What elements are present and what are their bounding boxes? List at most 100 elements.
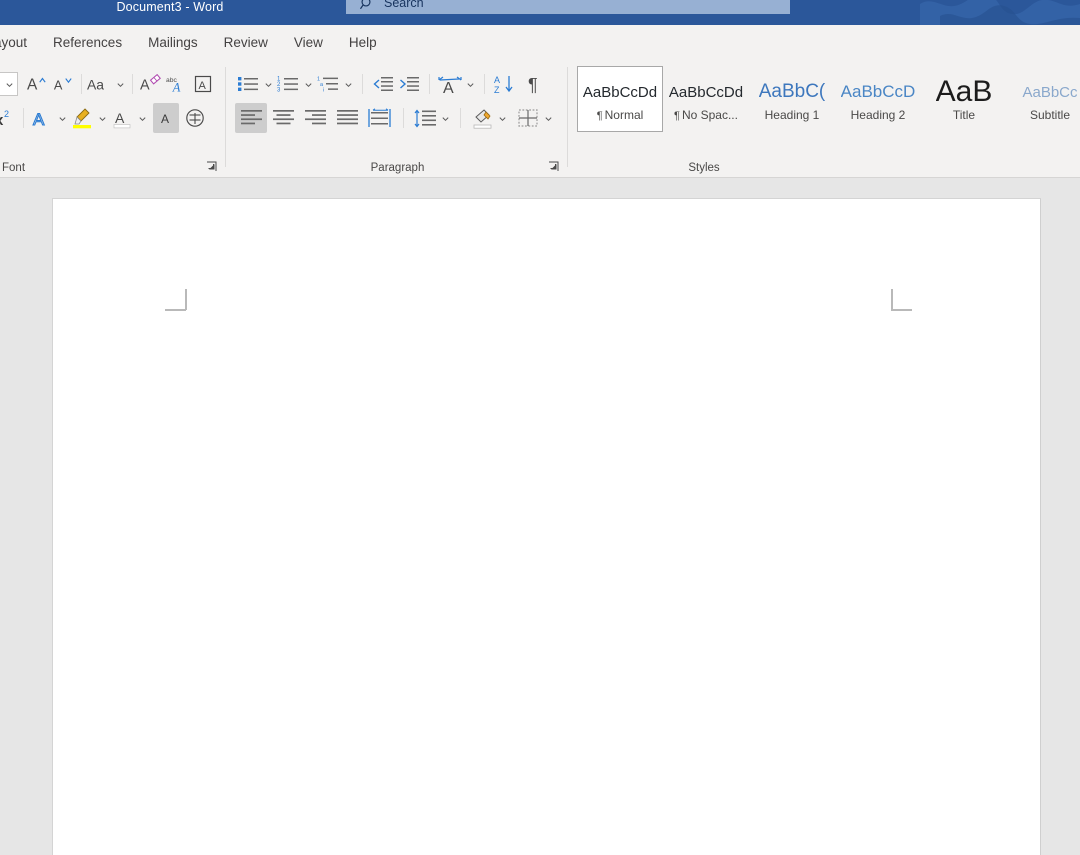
tab-layout[interactable]: ayout	[0, 28, 40, 58]
character-border-icon[interactable]: A	[190, 69, 216, 99]
style-label-heading-2: Heading 2	[850, 108, 906, 122]
tab-references[interactable]: References	[40, 28, 135, 58]
line-spacing-caret[interactable]	[438, 103, 452, 133]
style-label-subtitle: Subtitle	[1029, 108, 1071, 122]
clear-formatting-icon[interactable]: A	[138, 69, 164, 99]
svg-text:A: A	[54, 77, 63, 92]
font-size-dropdown[interactable]	[0, 72, 18, 96]
svg-text:A: A	[443, 80, 454, 94]
font-color-caret[interactable]	[135, 103, 149, 133]
tab-mailings[interactable]: Mailings	[135, 28, 211, 58]
font-group-row-1: A A Aa A abc A A	[0, 69, 216, 99]
style-preview-no-spacing: AaBbCcDd	[668, 83, 744, 101]
word-window: Document3 - Word Search ayout References…	[0, 0, 1080, 855]
text-effects-icon[interactable]: A	[29, 103, 55, 133]
asian-layout-icon[interactable]: A	[437, 69, 463, 99]
numbering-caret[interactable]	[301, 69, 315, 99]
svg-text:A: A	[494, 75, 500, 85]
text-highlight-caret[interactable]	[95, 103, 109, 133]
svg-text:3: 3	[277, 88, 281, 94]
style-subtitle[interactable]: AaBbCc Subtitle	[1007, 66, 1080, 132]
document-page[interactable]	[52, 198, 1041, 855]
search-input[interactable]: Search	[384, 0, 424, 10]
style-label-no-spacing: ¶ No Spac...	[674, 108, 738, 122]
phonetic-guide-icon[interactable]: abc A	[164, 69, 190, 99]
svg-text:A: A	[27, 76, 38, 93]
decrease-indent-icon[interactable]	[370, 69, 396, 99]
style-preview-title: AaB	[935, 76, 993, 108]
style-preview-subtitle: AaBbCc	[1022, 83, 1078, 101]
style-preview-normal: AaBbCcDd	[582, 83, 658, 101]
ribbon-group-label-paragraph: Paragraph	[370, 162, 425, 174]
style-heading-2[interactable]: AaBbCcD Heading 2	[835, 66, 921, 132]
ribbon-tab-strip: ayout References Mailings Review View He…	[0, 25, 1080, 61]
increase-indent-icon[interactable]	[396, 69, 422, 99]
shading-icon[interactable]	[469, 103, 495, 133]
svg-text:i: i	[323, 88, 324, 94]
asian-layout-caret[interactable]	[463, 69, 477, 99]
borders-icon[interactable]	[515, 103, 541, 133]
svg-text:A: A	[199, 80, 207, 92]
shrink-font-icon[interactable]: A	[50, 69, 76, 99]
enclose-characters-icon[interactable]	[182, 103, 208, 133]
bullets-caret[interactable]	[261, 69, 275, 99]
ribbon-group-paragraph: 1 2 3 1 a i A A Z ¶ Paragraph	[227, 61, 568, 177]
bullets-icon[interactable]	[235, 69, 261, 99]
paragraph-group-row-2	[235, 103, 555, 133]
style-label-heading-1: Heading 1	[764, 108, 820, 122]
style-preview-heading-2: AaBbCcD	[840, 82, 916, 101]
borders-caret[interactable]	[541, 103, 555, 133]
line-spacing-icon[interactable]	[412, 103, 438, 133]
title-bar: Document3 - Word Search	[0, 0, 1080, 25]
numbering-icon[interactable]: 1 2 3	[275, 69, 301, 99]
svg-text:A: A	[140, 78, 150, 94]
tab-view[interactable]: View	[281, 28, 336, 58]
search-icon	[354, 0, 380, 11]
show-formatting-marks-icon[interactable]: ¶	[522, 69, 548, 99]
ribbon: A A Aa A abc A A 2 A A A Font 1 2 3 1 a …	[0, 61, 1080, 178]
tab-help[interactable]: Help	[336, 28, 390, 58]
title-bar-decoration	[920, 0, 1080, 25]
font-dialog-launcher[interactable]	[205, 160, 218, 173]
align-left-icon[interactable]	[235, 103, 267, 133]
align-right-icon[interactable]	[299, 103, 331, 133]
sort-icon[interactable]: A Z	[492, 69, 518, 99]
justify-icon[interactable]	[331, 103, 363, 133]
grow-font-icon[interactable]: A	[24, 69, 50, 99]
style-title[interactable]: AaB Title	[921, 66, 1007, 132]
multilevel-list-icon[interactable]: 1 a i	[315, 69, 341, 99]
text-effects-caret[interactable]	[55, 103, 69, 133]
svg-text:A: A	[171, 81, 180, 94]
ribbon-group-label-font: Font	[2, 162, 26, 174]
align-center-icon[interactable]	[267, 103, 299, 133]
multilevel-list-caret[interactable]	[341, 69, 355, 99]
style-label-normal: ¶ Normal	[596, 108, 644, 122]
shading-caret[interactable]	[495, 103, 509, 133]
style-preview-heading-1: AaBbC(	[758, 81, 826, 102]
distributed-icon[interactable]	[363, 103, 395, 133]
svg-text:Aa: Aa	[87, 77, 104, 93]
ribbon-group-label-styles: Styles	[688, 162, 720, 174]
pilcrow-icon: ¶	[596, 110, 603, 122]
svg-text:Z: Z	[494, 85, 500, 94]
pilcrow-icon: ¶	[674, 110, 680, 122]
change-case-caret[interactable]	[113, 69, 127, 99]
font-color-icon[interactable]: A	[109, 103, 135, 133]
tab-review[interactable]: Review	[211, 28, 281, 58]
svg-text:2: 2	[4, 109, 9, 119]
paragraph-group-row-1: 1 2 3 1 a i A A Z ¶	[235, 69, 548, 99]
svg-text:A: A	[115, 110, 125, 126]
text-highlight-icon[interactable]	[69, 103, 95, 133]
change-case-icon[interactable]: Aa	[87, 69, 113, 99]
character-shading-icon[interactable]: A	[153, 103, 179, 133]
svg-text:A: A	[161, 112, 169, 126]
document-canvas[interactable]: Excel学习世界	[0, 178, 1080, 855]
ribbon-group-styles: AaBbCcDd ¶ Normal AaBbCcDd ¶ No Spac... Aa…	[569, 61, 1080, 177]
ribbon-group-font: A A Aa A abc A A 2 A A A Font	[0, 61, 226, 177]
style-heading-1[interactable]: AaBbC( Heading 1	[749, 66, 835, 132]
paragraph-dialog-launcher[interactable]	[547, 160, 560, 173]
search-box[interactable]: Search	[346, 0, 790, 14]
style-normal[interactable]: AaBbCcDd ¶ Normal	[577, 66, 663, 132]
superscript-icon[interactable]: x 2	[0, 103, 18, 133]
style-no-spacing[interactable]: AaBbCcDd ¶ No Spac...	[663, 66, 749, 132]
